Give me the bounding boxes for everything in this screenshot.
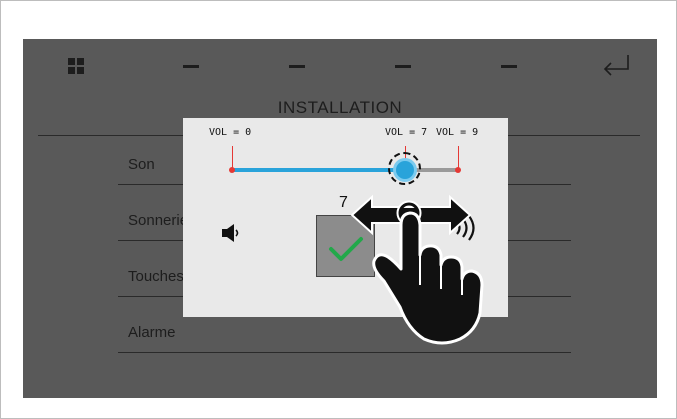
min-dot bbox=[229, 167, 235, 173]
dash-icon bbox=[289, 65, 305, 68]
home-button[interactable] bbox=[56, 51, 96, 81]
menu-item-label: Son bbox=[128, 156, 155, 173]
max-dot bbox=[455, 167, 461, 173]
softkey-1-button[interactable] bbox=[171, 51, 211, 81]
menu-item-label: Alarme bbox=[128, 324, 176, 341]
back-button[interactable] bbox=[597, 51, 637, 81]
menu-item-label: Touches bbox=[128, 268, 184, 285]
hand-swipe-icon bbox=[372, 200, 484, 345]
dash-icon bbox=[395, 65, 411, 68]
dash-icon bbox=[183, 65, 199, 68]
figure-frame: INSTALLATION Son Sonneries Touches Alarm… bbox=[0, 0, 677, 419]
softkey-2-button[interactable] bbox=[277, 51, 317, 81]
softkey-3-button[interactable] bbox=[383, 51, 423, 81]
return-arrow-icon bbox=[603, 55, 629, 76]
volume-current-label: VOL = 7 bbox=[385, 127, 428, 138]
volume-max-label: VOL = 9 bbox=[436, 127, 479, 138]
volume-min-label: VOL = 0 bbox=[209, 127, 252, 138]
top-bar bbox=[23, 39, 657, 94]
page-title: INSTALLATION bbox=[277, 98, 403, 117]
volume-track-active bbox=[232, 168, 406, 172]
menu-item-alarme[interactable]: Alarme bbox=[118, 313, 571, 353]
speaker-icon[interactable] bbox=[221, 222, 241, 244]
volume-slider-handle[interactable] bbox=[396, 161, 414, 179]
dash-icon bbox=[501, 65, 517, 68]
grid-icon bbox=[68, 58, 84, 74]
softkey-4-button[interactable] bbox=[489, 51, 529, 81]
